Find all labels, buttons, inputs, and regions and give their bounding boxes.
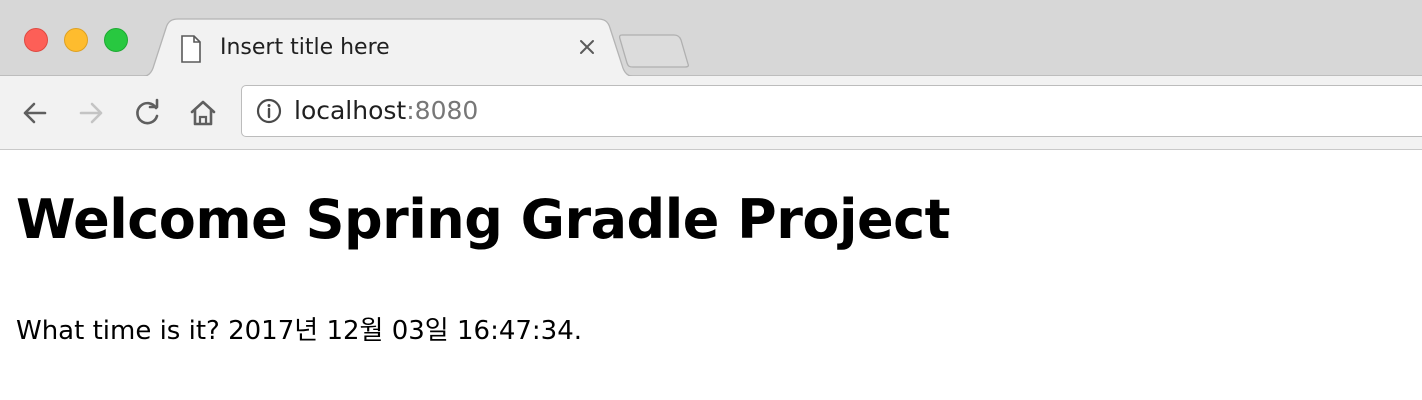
home-icon[interactable]: [186, 96, 220, 130]
browser-toolbar: localhost:8080: [0, 76, 1422, 150]
info-icon[interactable]: [256, 98, 282, 124]
active-tab[interactable]: Insert title here: [172, 18, 612, 76]
browser-window: Insert title here localhost:8080: [0, 0, 1422, 150]
url-host: localhost: [294, 96, 407, 125]
window-close-button[interactable]: [24, 28, 48, 52]
address-bar[interactable]: localhost:8080: [241, 85, 1422, 137]
forward-arrow-icon[interactable]: [74, 96, 108, 130]
window-maximize-button[interactable]: [104, 28, 128, 52]
page-content: Welcome Spring Gradle Project What time …: [0, 150, 1422, 400]
tab-strip: Insert title here: [0, 0, 1422, 78]
close-icon[interactable]: [576, 36, 598, 58]
url-port: :8080: [406, 96, 479, 125]
page-heading: Welcome Spring Gradle Project: [16, 188, 950, 251]
url-text[interactable]: localhost:8080: [294, 96, 478, 125]
document-icon: [181, 35, 201, 63]
tab-title: Insert title here: [220, 35, 390, 60]
window-minimize-button[interactable]: [64, 28, 88, 52]
back-arrow-icon[interactable]: [18, 96, 52, 130]
new-tab-icon[interactable]: [618, 33, 692, 69]
current-time-text: What time is it? 2017년 12월 03일 16:47:34.: [16, 316, 583, 346]
reload-icon[interactable]: [130, 96, 164, 130]
